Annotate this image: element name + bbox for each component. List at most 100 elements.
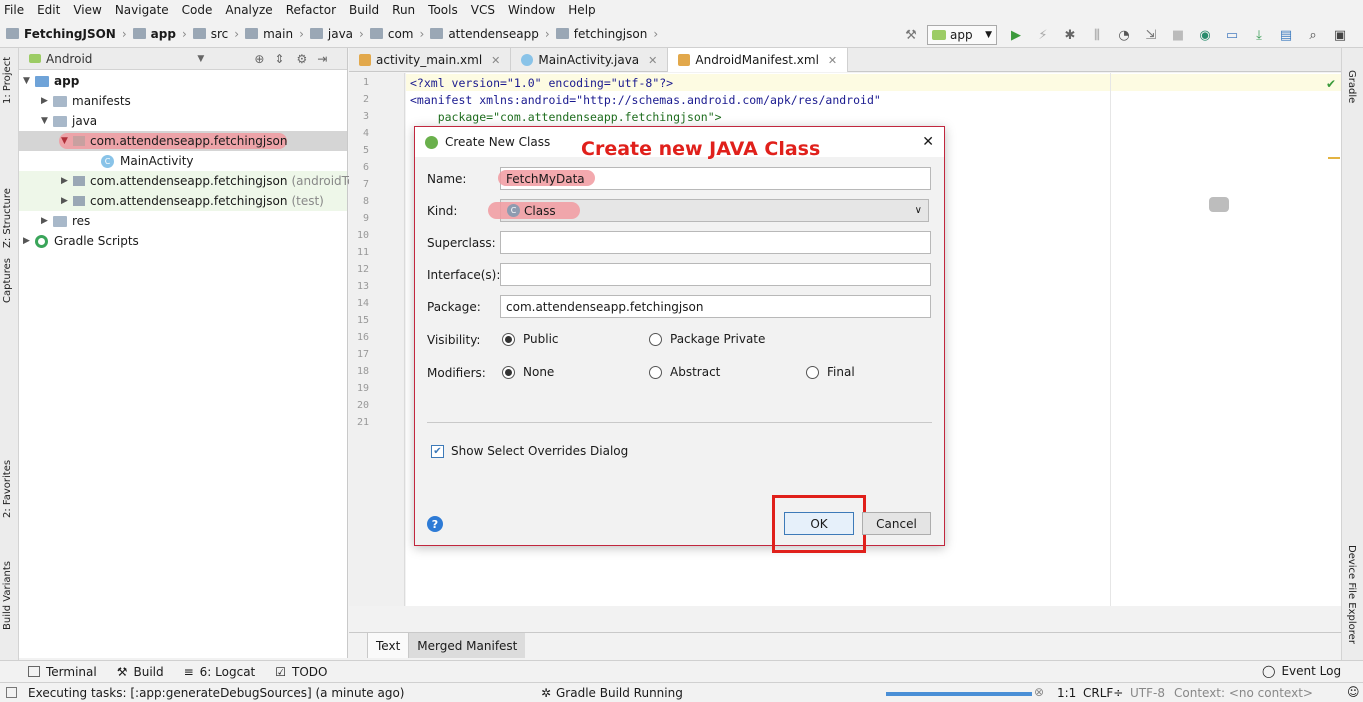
menu-build[interactable]: Build (349, 3, 379, 17)
cancel-button[interactable]: Cancel (862, 512, 931, 535)
breadcrumb-java[interactable]: java › (309, 27, 364, 41)
run-config-select[interactable]: app ▼ (927, 25, 997, 45)
cursor-position[interactable]: 1:1 (1057, 686, 1076, 700)
debug-icon[interactable]: ✱ (1062, 27, 1078, 43)
tree-item-package-androidtest[interactable]: ▶ com.attendenseapp.fetchingjson (androi… (61, 171, 370, 191)
menu-run[interactable]: Run (392, 3, 415, 17)
chevron-down-icon: ▼ (23, 76, 30, 86)
tree-item-gradle-scripts[interactable]: ▶ Gradle Scripts (23, 231, 139, 251)
package-input[interactable]: com.attendenseapp.fetchingjson (500, 295, 931, 318)
breadcrumb-app[interactable]: app › (132, 27, 187, 41)
tab-mainactivity[interactable]: MainActivity.java ✕ (511, 48, 669, 72)
tree-item-manifests[interactable]: ▶ manifests (41, 91, 131, 111)
collapse-icon[interactable]: ⇕ (274, 52, 284, 66)
tree-item-app[interactable]: ▼ app (23, 71, 79, 91)
close-icon[interactable]: ✕ (648, 54, 657, 67)
breadcrumb-project[interactable]: FetchingJSON › (6, 27, 127, 41)
attach-debugger-icon[interactable]: ⇲ (1143, 27, 1159, 43)
tool-logcat[interactable]: ≡ 6: Logcat (184, 665, 256, 679)
breadcrumb-main[interactable]: main › (245, 27, 304, 41)
visibility-package-private-radio[interactable]: Package Private (649, 332, 765, 346)
project-structure-icon[interactable]: ▤ (1278, 27, 1294, 43)
menu-view[interactable]: View (73, 3, 101, 17)
line-number: 10 (356, 230, 369, 241)
line-separator[interactable]: CRLF÷ (1083, 686, 1123, 700)
ok-button[interactable]: OK (784, 512, 854, 535)
user-icon[interactable]: ☺ (1347, 685, 1360, 699)
tool-project[interactable]: 1: Project (2, 57, 13, 104)
tool-build-variants[interactable]: Build Variants (2, 561, 13, 630)
menu-vcs[interactable]: VCS (471, 3, 495, 17)
menu-edit[interactable]: Edit (37, 3, 60, 17)
breadcrumb-src[interactable]: src › (192, 27, 239, 41)
menu-navigate[interactable]: Navigate (115, 3, 169, 17)
avd-manager-icon[interactable]: ▭ (1224, 27, 1240, 43)
breadcrumb-fetchingjson[interactable]: fetchingjson › (555, 27, 658, 41)
tool-terminal[interactable]: Terminal (28, 665, 97, 679)
tree-item-mainactivity[interactable]: C MainActivity (101, 151, 194, 171)
terminal-icon (28, 666, 40, 677)
profile-icon[interactable]: ◔ (1116, 27, 1132, 43)
tool-device-file-explorer[interactable]: Device File Explorer (1346, 545, 1357, 644)
tab-text[interactable]: Text (367, 633, 410, 658)
tree-item-package-main[interactable]: ▼ com.attendenseapp.fetchingjson (61, 131, 287, 151)
gear-icon[interactable]: ⚙ (296, 52, 307, 66)
modifier-none-radio[interactable]: None (502, 365, 554, 379)
menu-tools[interactable]: Tools (428, 3, 458, 17)
tree-item-package-test[interactable]: ▶ com.attendenseapp.fetchingjson (test) (61, 191, 324, 211)
tool-favorites[interactable]: 2: Favorites (2, 460, 13, 518)
tree-item-java[interactable]: ▼ java (41, 111, 97, 131)
tab-activity-main[interactable]: activity_main.xml ✕ (349, 48, 512, 72)
help-icon[interactable]: ? (427, 516, 443, 532)
folder-icon (53, 95, 67, 107)
tab-androidmanifest[interactable]: AndroidManifest.xml ✕ (668, 48, 849, 72)
modifier-final-radio[interactable]: Final (806, 365, 855, 379)
context-info[interactable]: Context: <no context> (1174, 686, 1313, 700)
class-icon (521, 54, 534, 66)
tree-item-res[interactable]: ▶ res (41, 211, 90, 231)
tool-todo[interactable]: ☑ TODO (275, 665, 327, 679)
show-overrides-checkbox[interactable]: ✔ Show Select Overrides Dialog (431, 444, 628, 458)
tool-structure[interactable]: Z: Structure (2, 188, 13, 248)
cancel-icon[interactable]: ⊗ (1034, 685, 1044, 699)
layout-icon[interactable]: ▣ (1332, 27, 1348, 43)
tab-merged-manifest[interactable]: Merged Manifest (409, 633, 526, 658)
menu-analyze[interactable]: Analyze (225, 3, 272, 17)
apply-changes-icon[interactable]: ⚡ (1035, 27, 1051, 43)
coverage-icon[interactable]: ⫼ (1089, 27, 1105, 43)
menu-help[interactable]: Help (568, 3, 595, 17)
menu-refactor[interactable]: Refactor (286, 3, 336, 17)
stop-icon[interactable]: ■ (1170, 27, 1186, 43)
run-icon[interactable]: ▶ (1008, 27, 1024, 43)
visibility-public-radio[interactable]: Public (502, 332, 559, 346)
sync-gradle-icon[interactable]: ◉ (1197, 27, 1213, 43)
modifier-abstract-radio[interactable]: Abstract (649, 365, 720, 379)
target-icon[interactable]: ⊕ (254, 52, 264, 66)
close-icon[interactable]: ✕ (922, 134, 934, 150)
close-icon[interactable]: ✕ (828, 54, 837, 67)
folder-icon (369, 28, 383, 39)
interfaces-input[interactable] (500, 263, 931, 286)
tool-captures[interactable]: Captures (2, 258, 13, 303)
superclass-input[interactable] (500, 231, 931, 254)
search-icon[interactable]: ⌕ (1305, 27, 1321, 43)
package-label: Package: (427, 300, 481, 314)
close-icon[interactable]: ✕ (491, 54, 500, 67)
chevron-right-icon: ▶ (41, 216, 48, 226)
warning-marker (1328, 157, 1340, 159)
hammer-icon[interactable]: ⚒ (903, 27, 919, 43)
breadcrumb-com[interactable]: com › (369, 27, 424, 41)
tool-event-log[interactable]: ◯ Event Log (1262, 664, 1341, 678)
file-encoding[interactable]: UTF-8 (1130, 686, 1165, 700)
status-window-icon[interactable] (6, 687, 17, 698)
menu-code[interactable]: Code (182, 3, 213, 17)
tool-gradle[interactable]: Gradle (1346, 70, 1357, 103)
package-icon (73, 136, 85, 146)
project-view-select[interactable]: Android (46, 52, 92, 66)
hide-icon[interactable]: ⇥ (317, 52, 327, 66)
menu-window[interactable]: Window (508, 3, 555, 17)
sdk-manager-icon[interactable]: ⤓ (1251, 27, 1267, 43)
breadcrumb-attendenseapp[interactable]: attendenseapp › (430, 27, 550, 41)
tool-build[interactable]: ⚒ Build (117, 665, 164, 679)
menu-file[interactable]: File (4, 3, 24, 17)
